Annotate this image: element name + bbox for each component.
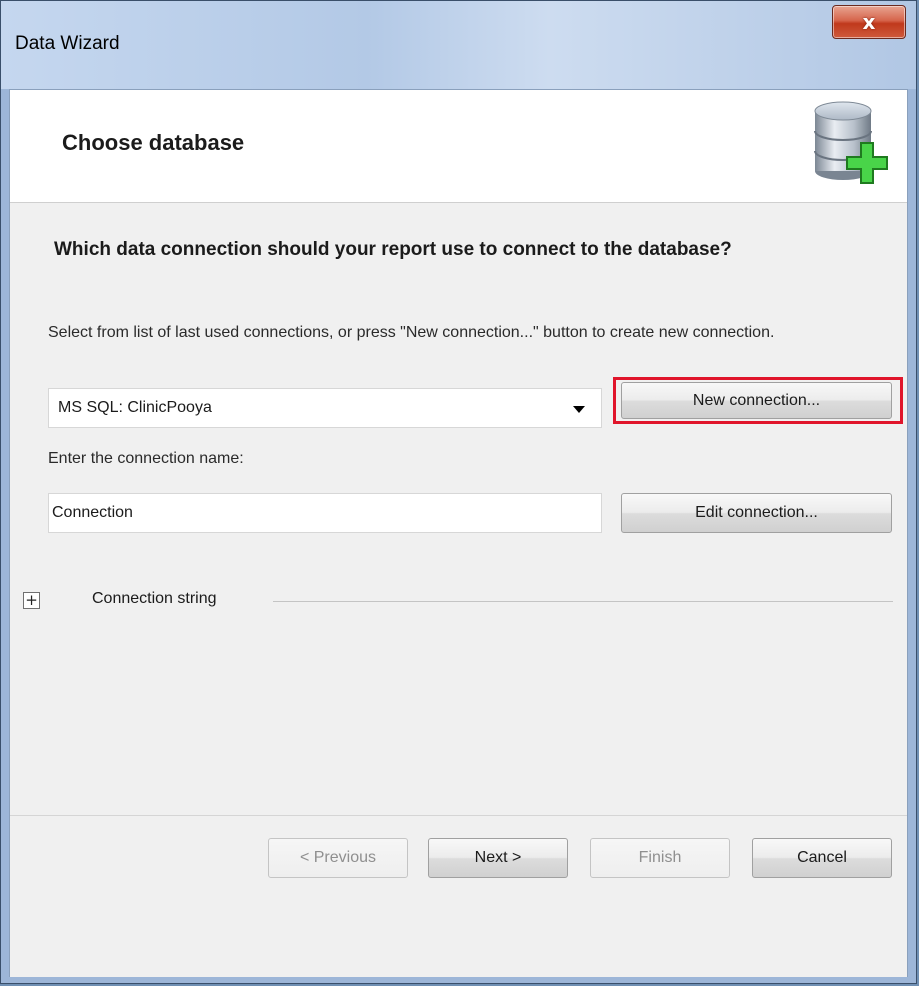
- new-connection-button[interactable]: New connection...: [621, 382, 892, 419]
- window-title: Data Wizard: [15, 33, 120, 54]
- connection-select-value: MS SQL: ClinicPooya: [58, 399, 212, 416]
- connection-select[interactable]: MS SQL: ClinicPooya: [48, 388, 602, 428]
- question-heading: Which data connection should your report…: [54, 239, 732, 260]
- close-icon: x: [862, 10, 876, 34]
- title-bar[interactable]: Data Wizard x: [1, 1, 916, 89]
- wizard-body: Which data connection should your report…: [10, 203, 907, 815]
- chevron-down-icon[interactable]: [573, 406, 585, 413]
- edit-connection-button[interactable]: Edit connection...: [621, 493, 892, 533]
- expand-icon[interactable]: +: [23, 592, 40, 609]
- wizard-client-area: Choose database Which data connection sh…: [9, 89, 908, 977]
- database-add-icon: [814, 101, 888, 184]
- divider: [273, 601, 893, 602]
- connection-name-field[interactable]: Connection: [48, 493, 602, 533]
- previous-button[interactable]: < Previous: [268, 838, 408, 878]
- cancel-button[interactable]: Cancel: [752, 838, 892, 878]
- close-button[interactable]: x: [832, 5, 906, 39]
- wizard-header: Choose database: [10, 90, 907, 203]
- finish-button[interactable]: Finish: [590, 838, 730, 878]
- next-button[interactable]: Next >: [428, 838, 568, 878]
- connection-string-label[interactable]: Connection string: [92, 590, 217, 608]
- instructions-text: Select from list of last used connection…: [48, 324, 775, 341]
- page-title: Choose database: [62, 130, 245, 155]
- connection-name-label: Enter the connection name:: [48, 450, 244, 467]
- data-wizard-window: Data Wizard x Choose database Which data…: [0, 0, 917, 984]
- connection-name-value: Connection: [52, 504, 133, 521]
- wizard-footer: < Previous Next > Finish Cancel: [10, 815, 907, 977]
